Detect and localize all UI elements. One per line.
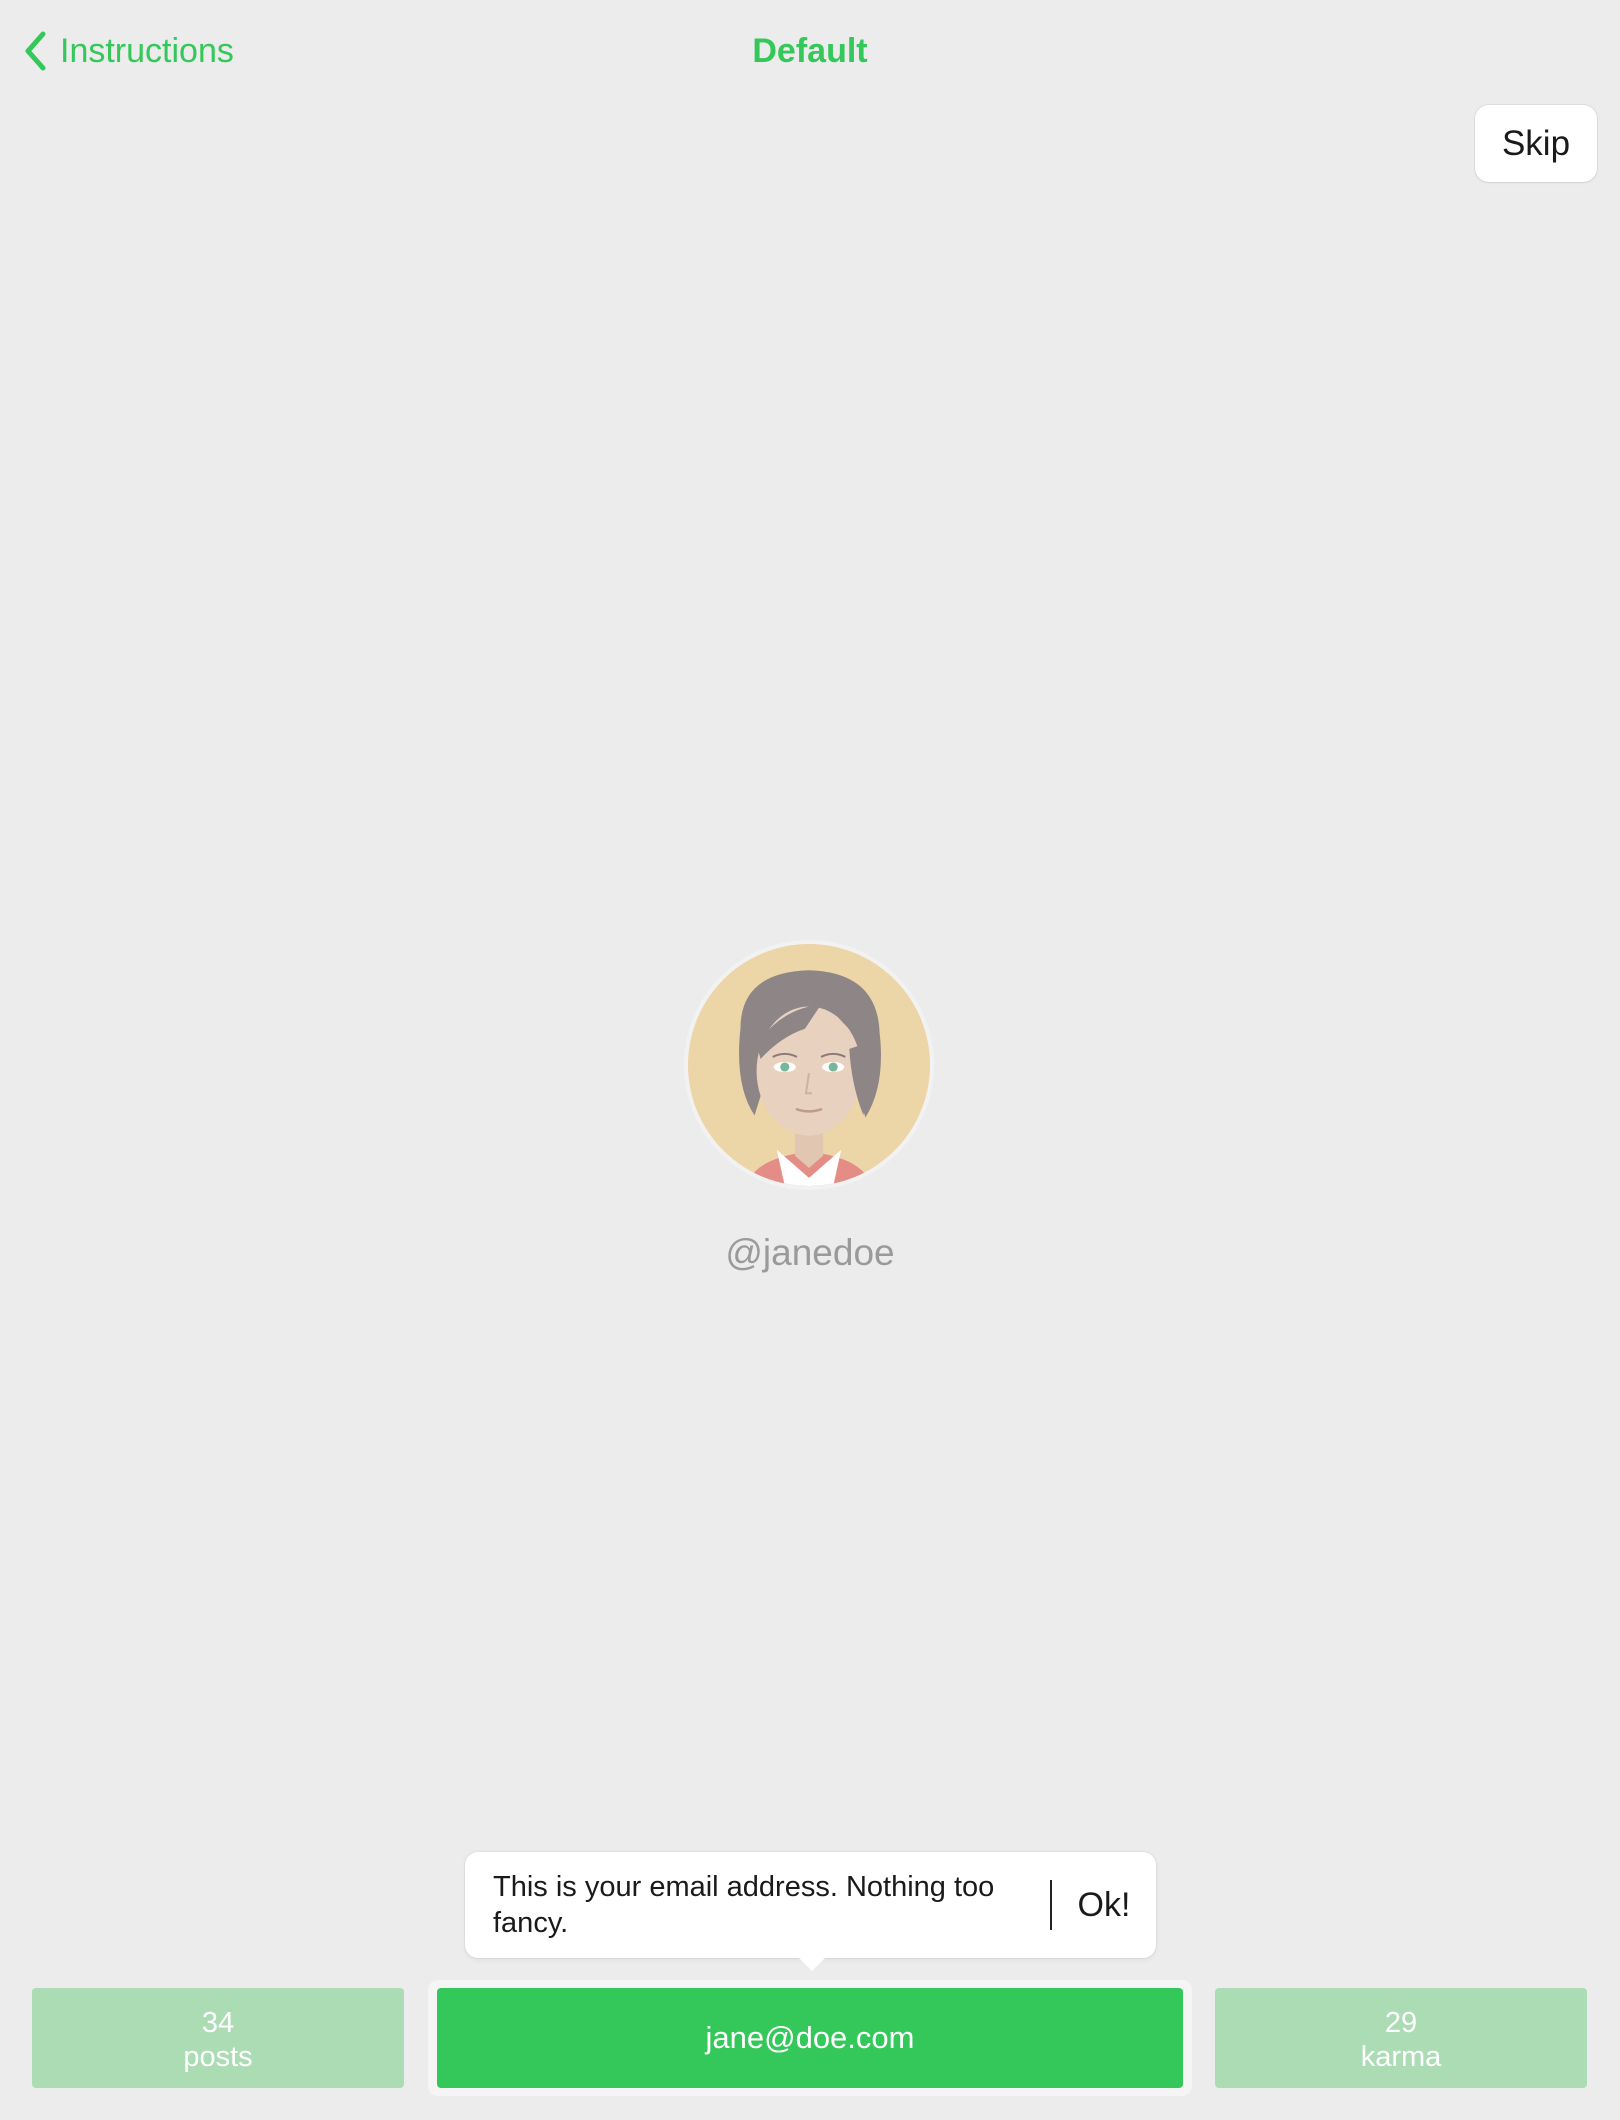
back-button-label: Instructions [60, 31, 234, 70]
email-button[interactable]: jane@doe.com [437, 1988, 1183, 2088]
back-button[interactable]: Instructions [24, 26, 234, 76]
skip-button[interactable]: Skip [1475, 105, 1597, 182]
chevron-left-icon [25, 31, 46, 71]
karma-stat-button[interactable]: 29 karma [1215, 1988, 1587, 2088]
tooltip-ok-button[interactable]: Ok! [1052, 1886, 1156, 1925]
username: @janedoe [725, 1232, 895, 1273]
karma-count: 29 [1384, 2007, 1418, 2039]
posts-stat-button[interactable]: 34 posts [32, 1988, 404, 2088]
posts-label: posts [183, 2041, 253, 2073]
avatar [684, 940, 934, 1190]
karma-label: karma [1360, 2041, 1442, 2073]
posts-count: 34 [201, 2007, 235, 2039]
tooltip: This is your email address. Nothing too … [465, 1852, 1156, 1958]
page-title: Default [752, 32, 868, 70]
tooltip-message: This is your email address. Nothing too … [493, 1871, 995, 1939]
tooltip-arrow [797, 1956, 827, 1971]
